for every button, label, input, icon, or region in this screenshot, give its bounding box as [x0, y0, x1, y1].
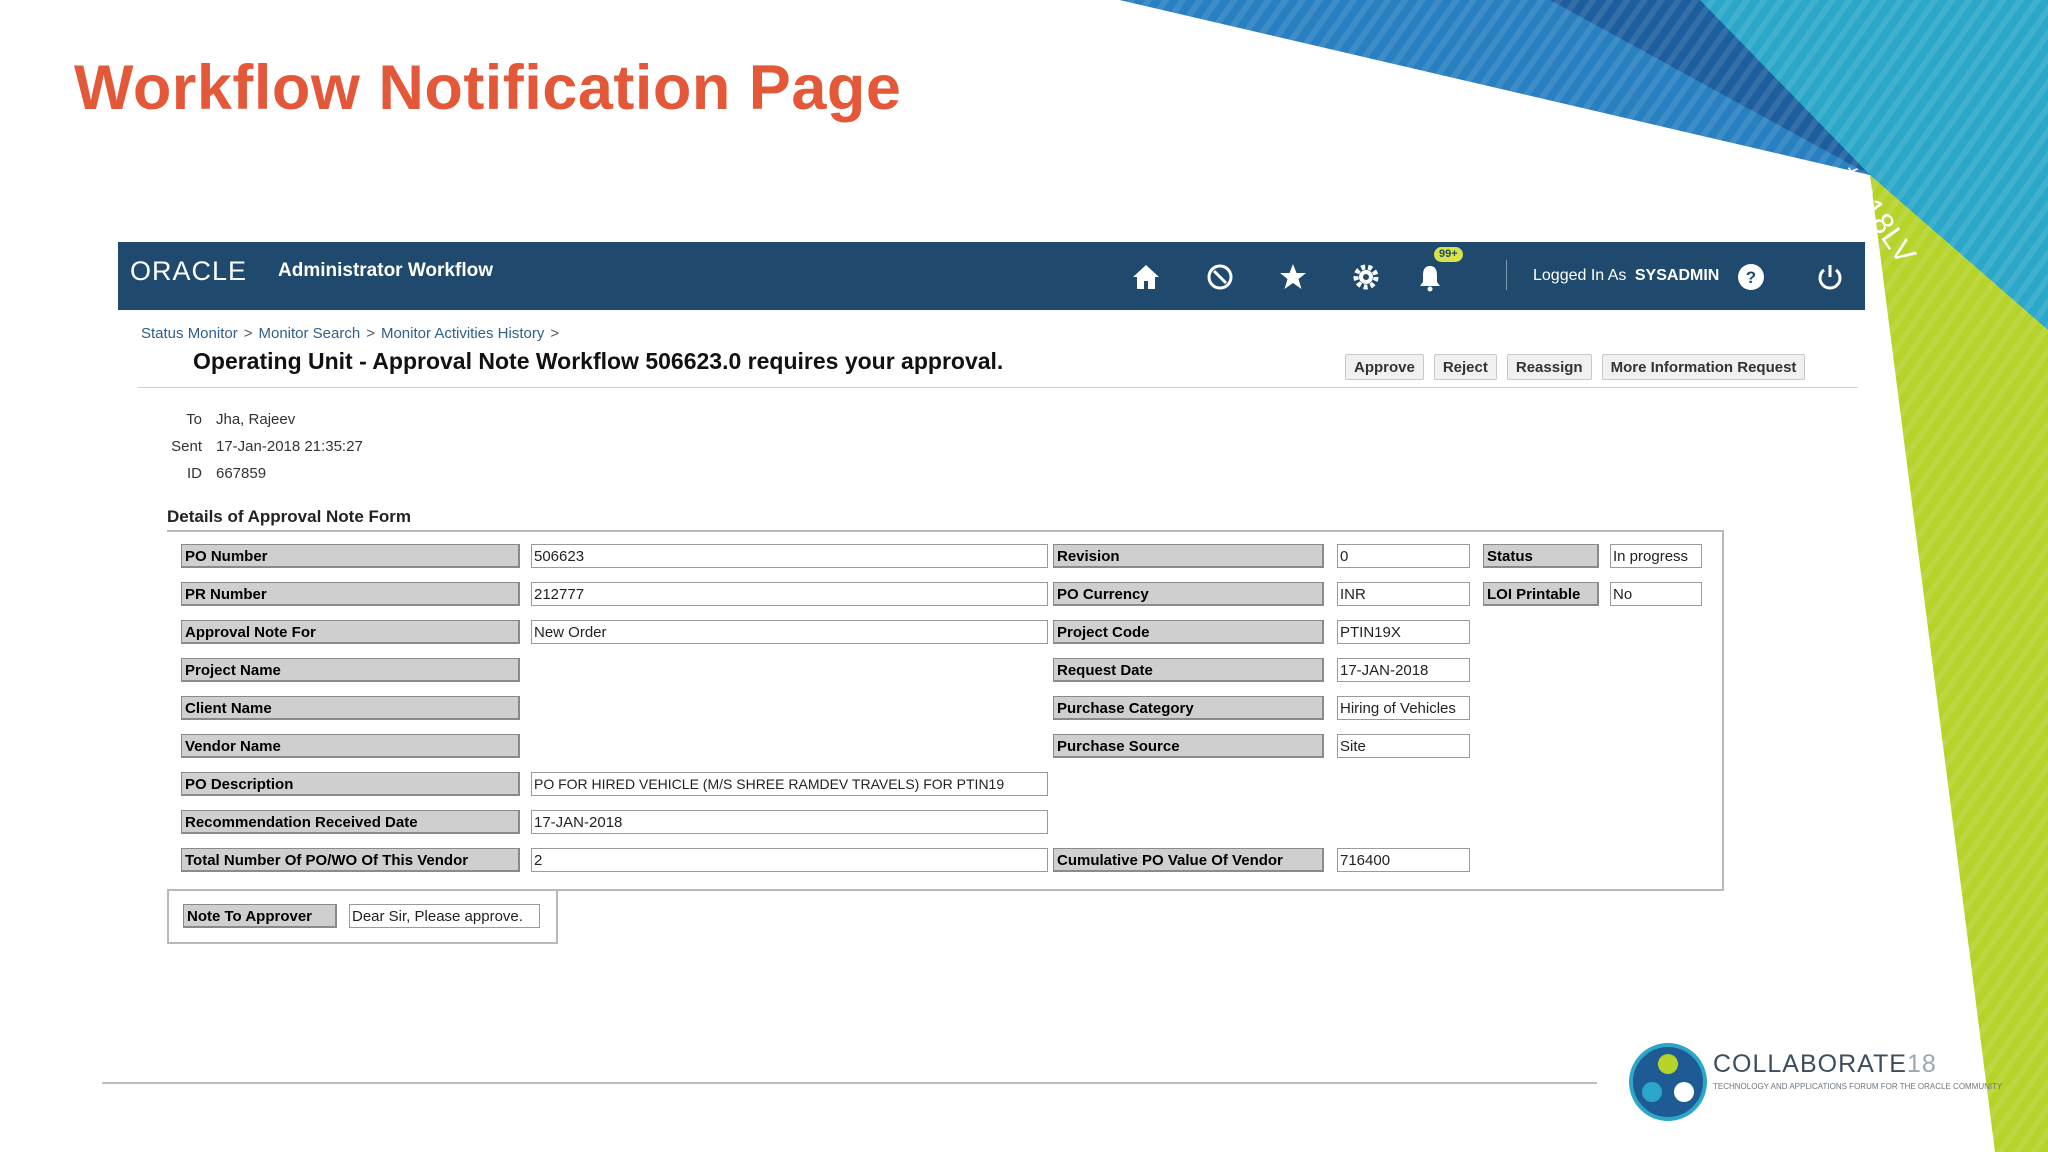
- star-icon[interactable]: [1278, 262, 1308, 292]
- app-header: ORACLE Administrator Workflow 99+ Logged…: [118, 242, 1865, 310]
- id-value: 667859: [216, 465, 267, 482]
- app-window: ORACLE Administrator Workflow 99+ Logged…: [118, 242, 1865, 982]
- more-information-request-button[interactable]: More Information Request: [1601, 354, 1806, 380]
- notification-meta: To Jha, Rajeev Sent 17-Jan-2018 21:35:27 I…: [158, 406, 363, 487]
- page-heading: Operating Unit - Approval Note Workflow …: [193, 348, 1004, 374]
- oracle-logo: ORACLE: [130, 256, 248, 286]
- pr-number-field[interactable]: [531, 582, 1048, 606]
- compass-icon[interactable]: [1205, 262, 1235, 292]
- notification-badge: 99+: [1434, 247, 1463, 262]
- po-number-label: PO Number: [181, 544, 520, 568]
- note-to-approver-label: Note To Approver: [183, 904, 337, 928]
- to-value: Jha, Rajeev: [216, 411, 296, 428]
- reassign-button[interactable]: Reassign: [1506, 354, 1592, 380]
- slide-footer-rule: [102, 1082, 1597, 1084]
- purchase-source-label: Purchase Source: [1053, 734, 1324, 758]
- app-name: Administrator Workflow: [278, 260, 493, 281]
- logged-in-info: Logged In As SYSADMIN: [1533, 264, 1719, 288]
- username: SYSADMIN: [1634, 267, 1720, 284]
- po-currency-label: PO Currency: [1053, 582, 1324, 606]
- home-icon[interactable]: [1131, 262, 1161, 292]
- bell-icon[interactable]: [1415, 262, 1445, 292]
- pr-number-label: PR Number: [181, 582, 520, 606]
- recommendation-received-date-field[interactable]: [531, 810, 1048, 834]
- cumulative-po-value-field[interactable]: [1337, 848, 1470, 872]
- recommendation-received-date-label: Recommendation Received Date: [181, 810, 520, 834]
- revision-label: Revision: [1053, 544, 1324, 568]
- help-icon[interactable]: ?: [1736, 262, 1766, 292]
- approval-note-for-field[interactable]: [531, 620, 1048, 644]
- project-code-label: Project Code: [1053, 620, 1324, 644]
- po-currency-field[interactable]: [1337, 582, 1470, 606]
- reject-button[interactable]: Reject: [1433, 354, 1497, 380]
- purchase-source-field[interactable]: [1337, 734, 1470, 758]
- collaborate-branding: COLLABORATE18 TECHNOLOGY AND APPLICATION…: [1713, 1050, 2003, 1092]
- sent-value: 17-Jan-2018 21:35:27: [216, 438, 363, 455]
- po-number-field[interactable]: [531, 544, 1048, 568]
- purchase-category-label: Purchase Category: [1053, 696, 1324, 720]
- vendor-name-label: Vendor Name: [181, 734, 520, 758]
- project-name-label: Project Name: [181, 658, 520, 682]
- request-date-field[interactable]: [1337, 658, 1470, 682]
- to-label: To: [186, 411, 202, 428]
- collaborate-tagline: TECHNOLOGY AND APPLICATIONS FORUM FOR TH…: [1713, 1082, 2003, 1091]
- approval-note-for-label: Approval Note For: [181, 620, 520, 644]
- slide-title: Workflow Notification Page: [74, 53, 902, 123]
- client-name-label: Client Name: [181, 696, 520, 720]
- section-title: Details of Approval Note Form: [167, 507, 412, 526]
- total-po-count-field[interactable]: [531, 848, 1048, 872]
- po-description-label: PO Description: [181, 772, 520, 796]
- logged-in-label: Logged In As: [1533, 267, 1627, 284]
- purchase-category-field[interactable]: [1337, 696, 1470, 720]
- note-to-approver-section: Note To Approver: [167, 890, 558, 944]
- action-buttons: Approve Reject Reassign More Information…: [1345, 354, 1806, 380]
- sent-label: Sent: [171, 438, 202, 455]
- breadcrumb: Status Monitor > Monitor Search > Monitor Ac…: [141, 325, 560, 342]
- power-icon[interactable]: [1815, 262, 1845, 292]
- po-description-field[interactable]: [531, 772, 1048, 796]
- header-divider: [1506, 260, 1507, 290]
- approval-note-form: PO Number Revision Status PR Number PO C…: [167, 530, 1724, 891]
- breadcrumb-monitor-activities-history[interactable]: Monitor Activities History: [381, 325, 544, 342]
- collaborate-logo-icon: [1629, 1043, 1707, 1121]
- id-label: ID: [187, 465, 202, 482]
- total-po-count-label: Total Number Of PO/WO Of This Vendor: [181, 848, 520, 872]
- breadcrumb-status-monitor[interactable]: Status Monitor: [141, 325, 238, 342]
- collaborate-name: COLLABORATE: [1713, 1050, 1907, 1078]
- approve-button[interactable]: Approve: [1345, 354, 1424, 380]
- cumulative-po-value-label: Cumulative PO Value Of Vendor: [1053, 848, 1324, 872]
- revision-field[interactable]: [1337, 544, 1470, 568]
- loi-printable-field[interactable]: [1610, 582, 1702, 606]
- gear-icon[interactable]: [1351, 262, 1381, 292]
- status-label: Status: [1483, 544, 1599, 568]
- heading-divider: [138, 387, 1858, 388]
- loi-printable-label: LOI Printable: [1483, 582, 1599, 606]
- project-code-field[interactable]: [1337, 620, 1470, 644]
- note-to-approver-field[interactable]: [349, 904, 540, 928]
- svg-text:?: ?: [1746, 268, 1756, 287]
- request-date-label: Request Date: [1053, 658, 1324, 682]
- collaborate-year: 18: [1906, 1050, 1937, 1078]
- breadcrumb-monitor-search[interactable]: Monitor Search: [258, 325, 360, 342]
- status-field[interactable]: [1610, 544, 1702, 568]
